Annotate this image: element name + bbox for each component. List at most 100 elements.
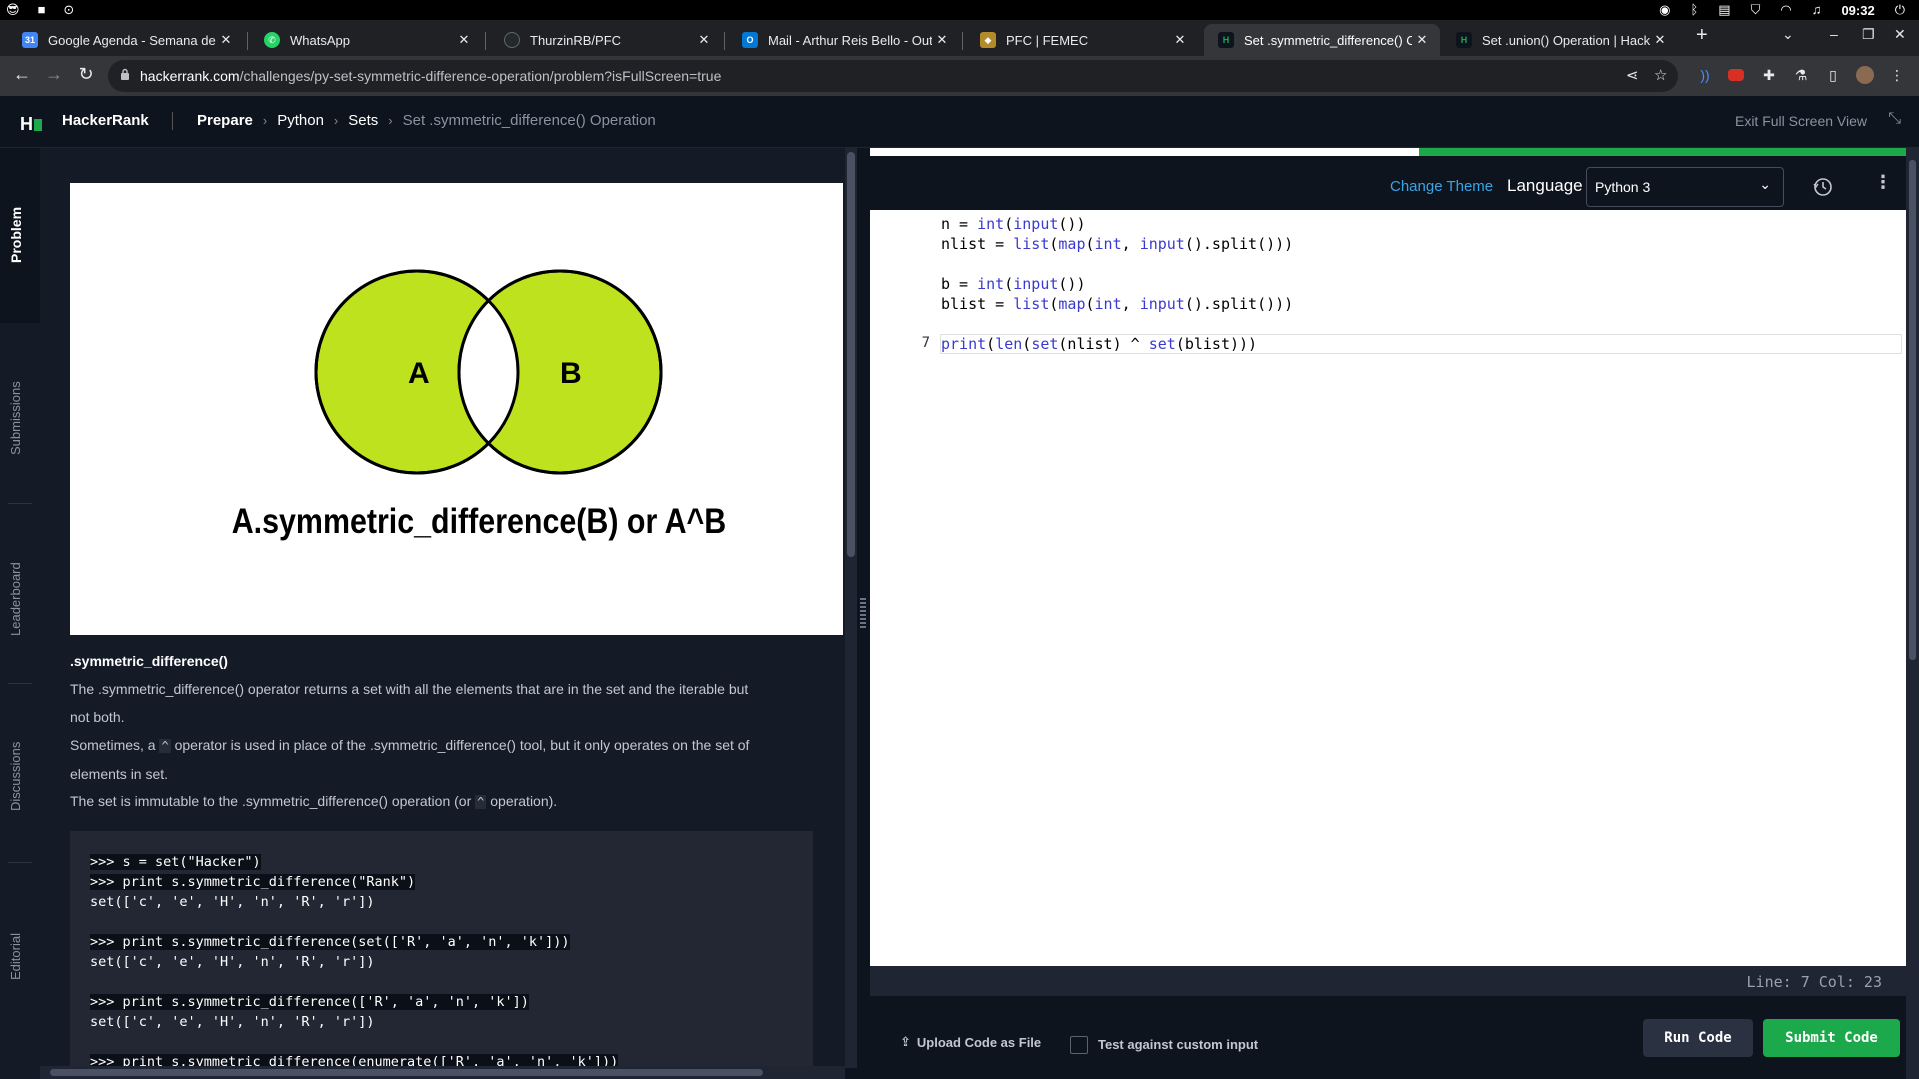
forward-icon[interactable]: → bbox=[42, 64, 66, 85]
problem-horizontal-scrollbar[interactable] bbox=[40, 1066, 845, 1079]
breadcrumb-sets[interactable]: Sets bbox=[348, 112, 378, 129]
venn-label-b: B bbox=[560, 357, 582, 390]
close-icon[interactable]: ✕ bbox=[216, 32, 236, 48]
collapse-icon[interactable]: ⤡ bbox=[1888, 110, 1901, 128]
breadcrumb: Prepare › Python › Sets › Set .symmetric… bbox=[197, 112, 656, 129]
clipboard-icon[interactable]: ▤ bbox=[1718, 2, 1730, 18]
tab-title: Google Agenda - Semana de bbox=[48, 32, 216, 48]
browser-tab-active[interactable]: H Set .symmetric_difference() C ✕ bbox=[1204, 24, 1440, 56]
upload-code-button[interactable]: ⇪ Upload Code as File bbox=[900, 1034, 1041, 1050]
address-bar[interactable]: hackerrank.com/challenges/py-set-symmetr… bbox=[108, 60, 1678, 92]
shield-icon[interactable]: ⛉ bbox=[1751, 2, 1761, 18]
close-icon[interactable]: ✕ bbox=[1170, 32, 1190, 48]
sunglasses-icon[interactable]: 😎 bbox=[6, 2, 20, 18]
problem-scrollbar[interactable] bbox=[845, 148, 857, 1068]
browser-tab[interactable]: O Mail - Arthur Reis Bello - Outl ✕ bbox=[728, 24, 960, 56]
youtube-extension-icon[interactable] bbox=[1728, 69, 1744, 81]
custom-input-label[interactable]: Test against custom input bbox=[1098, 1037, 1258, 1052]
browser-tab[interactable]: ThurzinRB/PFC ✕ bbox=[490, 24, 722, 56]
tab-title: WhatsApp bbox=[290, 32, 350, 48]
close-icon[interactable]: ✕ bbox=[454, 32, 474, 48]
chevron-right-icon: › bbox=[388, 113, 393, 128]
tab-problem[interactable]: Problem bbox=[8, 207, 24, 263]
line-gutter: 7 bbox=[870, 210, 930, 966]
back-icon[interactable]: ← bbox=[10, 64, 34, 85]
puzzle-icon[interactable]: ✚ bbox=[1760, 66, 1778, 84]
line-number: 7 bbox=[921, 335, 930, 351]
tab-title: PFC | FEMEC bbox=[1006, 32, 1089, 48]
submit-code-button[interactable]: Submit Code bbox=[1763, 1019, 1900, 1057]
extension-audio-icon[interactable]: )) bbox=[1696, 66, 1714, 84]
breadcrumb-python[interactable]: Python bbox=[277, 112, 324, 129]
code-line: set(['c', 'e', 'H', 'n', 'R', 'r']) bbox=[90, 954, 375, 970]
language-select[interactable]: Python 3 ⌄ bbox=[1586, 167, 1784, 207]
browser-tab[interactable]: ◆ PFC | FEMEC ✕ bbox=[966, 24, 1198, 56]
reload-icon[interactable]: ↻ bbox=[74, 64, 98, 85]
profile-avatar[interactable] bbox=[1856, 66, 1874, 84]
share-icon[interactable]: ⋖ bbox=[1626, 66, 1639, 84]
code-line: print(len(set(nlist) ^ set(blist))) bbox=[941, 335, 1258, 353]
change-theme-link[interactable]: Change Theme bbox=[1390, 178, 1493, 195]
restore-icon[interactable]: ❐ bbox=[1862, 26, 1875, 43]
panel-splitter[interactable] bbox=[857, 148, 870, 1079]
window-close-icon[interactable]: ✕ bbox=[1894, 26, 1906, 43]
brand-name[interactable]: HackerRank bbox=[62, 112, 149, 129]
drag-handle-icon[interactable] bbox=[860, 598, 866, 628]
exit-fullscreen-link[interactable]: Exit Full Screen View bbox=[1735, 113, 1867, 129]
record-icon[interactable]: ⊙ bbox=[63, 2, 74, 18]
browser-tab[interactable]: ✆ WhatsApp ✕ bbox=[250, 24, 482, 56]
tab-title: Set .symmetric_difference() C bbox=[1244, 32, 1412, 48]
browser-tab[interactable]: 31 Google Agenda - Semana de ✕ bbox=[8, 24, 244, 56]
discord-icon[interactable]: ◉ bbox=[1659, 2, 1670, 18]
vertical-side-nav: Problem Submissions Leaderboard Discussi… bbox=[0, 148, 40, 1079]
google-calendar-icon: 31 bbox=[22, 32, 38, 48]
music-icon[interactable]: ♫ bbox=[1812, 2, 1822, 18]
tab-editorial[interactable]: Editorial bbox=[8, 933, 23, 980]
tab-discussions[interactable]: Discussions bbox=[8, 742, 23, 811]
code-line: >>> s = set("Hacker") bbox=[90, 854, 261, 870]
os-top-bar: 😎 ■ ⊙ ◉ ᛒ ▤ ⛉ ◠ ♫ 09:32 ⏻ bbox=[0, 0, 1919, 20]
code-editor[interactable]: 7 n = int(input()) nlist = list(map(int,… bbox=[870, 210, 1906, 966]
close-icon[interactable]: ✕ bbox=[694, 32, 714, 48]
minimize-icon[interactable]: – bbox=[1830, 26, 1838, 42]
history-icon[interactable] bbox=[1812, 176, 1834, 198]
cursor-position: Line: 7 Col: 23 bbox=[1746, 973, 1882, 991]
browser-menu-icon[interactable]: ⋮ bbox=[1888, 66, 1906, 84]
browser-tab-strip: 31 Google Agenda - Semana de ✕ ✆ WhatsAp… bbox=[0, 20, 1919, 56]
tab-leaderboard[interactable]: Leaderboard bbox=[8, 562, 23, 636]
femec-icon: ◆ bbox=[980, 32, 996, 48]
new-tab-icon[interactable]: + bbox=[1696, 24, 1708, 47]
clock[interactable]: 09:32 bbox=[1841, 3, 1874, 18]
close-icon[interactable]: ✕ bbox=[1650, 32, 1670, 48]
editor-toolbar: Change Theme Language Python 3 ⌄ ⋮ bbox=[870, 156, 1906, 208]
browser-tab[interactable]: H Set .union() Operation | Hack ✕ bbox=[1442, 24, 1678, 56]
power-icon[interactable]: ⏻ bbox=[1895, 2, 1905, 18]
code-line: n = int(input()) bbox=[941, 215, 1086, 233]
flask-icon[interactable]: ⚗ bbox=[1792, 66, 1810, 84]
editor-status-bar: Line: 7 Col: 23 bbox=[870, 966, 1906, 996]
run-code-button[interactable]: Run Code bbox=[1643, 1019, 1753, 1057]
folder-icon[interactable]: ■ bbox=[38, 2, 46, 18]
breadcrumb-current: Set .symmetric_difference() Operation bbox=[402, 112, 656, 129]
close-icon[interactable]: ✕ bbox=[932, 32, 952, 48]
bluetooth-icon[interactable]: ᛒ bbox=[1690, 2, 1698, 18]
tab-submissions[interactable]: Submissions bbox=[8, 381, 23, 455]
sidepanel-icon[interactable]: ▯ bbox=[1824, 66, 1842, 84]
tab-title: ThurzinRB/PFC bbox=[530, 32, 622, 48]
address-bar-row: ← → ↻ hackerrank.com/challenges/py-set-s… bbox=[0, 56, 1919, 96]
more-options-icon[interactable]: ⋮ bbox=[1874, 172, 1892, 193]
hackerrank-icon: H bbox=[1456, 32, 1472, 48]
hackerrank-logo[interactable]: H bbox=[20, 114, 42, 135]
bookmark-star-icon[interactable]: ☆ bbox=[1654, 66, 1667, 84]
code-line: set(['c', 'e', 'H', 'n', 'R', 'r']) bbox=[90, 1014, 375, 1030]
editor-scrollbar[interactable] bbox=[1906, 148, 1919, 1079]
tab-search-icon[interactable]: ⌄ bbox=[1782, 26, 1794, 43]
whatsapp-icon: ✆ bbox=[264, 32, 280, 48]
custom-input-checkbox[interactable] bbox=[1070, 1036, 1088, 1054]
breadcrumb-prepare[interactable]: Prepare bbox=[197, 112, 253, 129]
venn-diagram-image: A B A.symmetric_difference(B) or A^B bbox=[70, 183, 843, 635]
wifi-icon[interactable]: ◠ bbox=[1780, 2, 1791, 18]
code-line: >>> print s.symmetric_difference(set(['R… bbox=[90, 934, 570, 950]
close-icon[interactable]: ✕ bbox=[1412, 32, 1432, 48]
paragraph-1: The .symmetric_difference() operator ret… bbox=[70, 681, 749, 725]
